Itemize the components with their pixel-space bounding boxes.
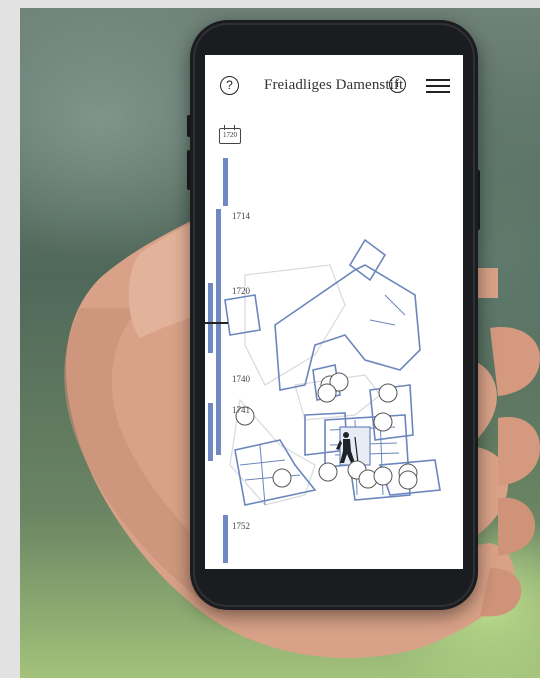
app-screen: ? Freiadliges Damenstift i 1720 1714 172… — [205, 55, 463, 569]
top-bar: ? Freiadliges Damenstift i — [205, 55, 463, 117]
timeline-year: 1714 — [232, 211, 250, 221]
page-title: Freiadliges Damenstift — [264, 77, 404, 93]
poi-markers[interactable] — [235, 372, 418, 490]
timeline-year: 1752 — [232, 521, 250, 531]
floor-plan-map[interactable] — [205, 145, 463, 569]
timeline-year: 1741 — [232, 405, 250, 415]
timeline-year: 1740 — [232, 374, 250, 384]
timeline-bars[interactable] — [208, 158, 228, 563]
info-icon[interactable]: i — [389, 76, 406, 93]
help-icon[interactable]: ? — [220, 76, 239, 95]
timeline-year: 1720 — [232, 286, 250, 296]
calendar-year: 1720 — [223, 131, 237, 139]
calendar-icon[interactable]: 1720 — [219, 125, 241, 144]
menu-icon[interactable] — [426, 79, 450, 93]
timeline-indicator[interactable] — [205, 322, 228, 324]
